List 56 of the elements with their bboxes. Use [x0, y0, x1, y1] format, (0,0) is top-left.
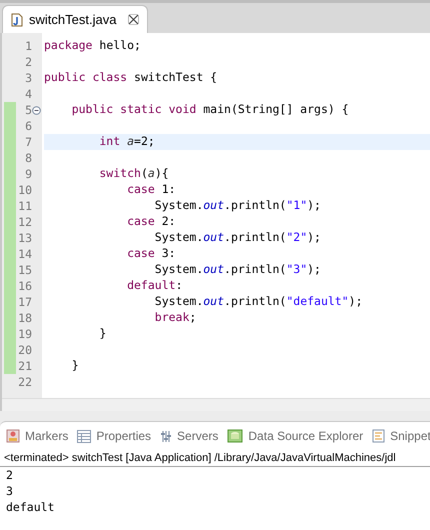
horizontal-scrollbar[interactable]: [2, 398, 430, 411]
code-line: case 3:: [126, 245, 176, 262]
line-number: 6: [24, 118, 32, 134]
line-number: 5: [24, 102, 32, 118]
view-tab[interactable]: Data Source Explorer: [227, 427, 364, 445]
line-number: 10: [17, 182, 32, 198]
table-icon: [77, 430, 92, 442]
console-output-line: 2: [6, 467, 13, 483]
console-output-line: default: [6, 499, 54, 515]
line-number: 21: [17, 358, 32, 374]
collapse-icon[interactable]: [32, 106, 41, 114]
markers-icon: [6, 429, 20, 443]
code-line: case 2:: [126, 213, 176, 230]
view-tab[interactable]: Servers: [160, 427, 218, 445]
sliders-icon: [160, 430, 172, 442]
code-line: case 1:: [126, 181, 176, 198]
code-line: break;: [154, 309, 196, 326]
line-number: 9: [24, 166, 32, 182]
line-number: 18: [17, 310, 32, 326]
code-line: switch(a){: [98, 165, 169, 182]
code-line: default:: [126, 277, 182, 294]
line-number: 7: [24, 134, 32, 150]
line-number: 8: [24, 150, 32, 166]
code-line: }: [98, 325, 106, 342]
line-number: 17: [17, 294, 32, 310]
line-number: 4: [24, 86, 32, 102]
code-line: int a=2;: [98, 133, 155, 150]
line-number: 2: [24, 54, 32, 70]
line-number: 15: [17, 262, 32, 278]
code-line: System.out.println("3");: [154, 261, 321, 278]
code-line: }: [70, 357, 79, 374]
code-line: System.out.println("1");: [154, 197, 321, 214]
close-icon[interactable]: [128, 14, 140, 25]
code-line: package hello;: [44, 37, 141, 54]
line-number: 16: [17, 278, 32, 294]
line-number: 14: [17, 246, 32, 262]
java-file-icon: [11, 12, 23, 26]
code-line: System.out.println("2");: [154, 229, 321, 246]
line-number: 22: [17, 374, 32, 390]
editor-tab[interactable]: switchTest.java: [2, 5, 148, 33]
console-output-line: 3: [6, 483, 13, 499]
line-number: 3: [24, 70, 32, 86]
line-number: 1: [24, 38, 32, 54]
code-line: public static void main(String[] args) {: [70, 101, 349, 118]
view-tab[interactable]: Properties: [77, 427, 152, 445]
code-line: System.out.println("default");: [154, 293, 363, 310]
line-number: 11: [17, 198, 32, 214]
line-number: 19: [17, 326, 32, 342]
view-tab[interactable]: Markers: [6, 427, 68, 445]
database-icon: [227, 429, 244, 443]
document-icon: [372, 429, 386, 443]
line-number: 13: [17, 230, 32, 246]
code-line: public class switchTest {: [44, 69, 218, 86]
line-number: 20: [17, 342, 32, 358]
console-header: <terminated> switchTest [Java Application] /Library/Java/JavaVirtualMachines/jdl: [4, 452, 396, 464]
line-number: 12: [17, 214, 32, 230]
